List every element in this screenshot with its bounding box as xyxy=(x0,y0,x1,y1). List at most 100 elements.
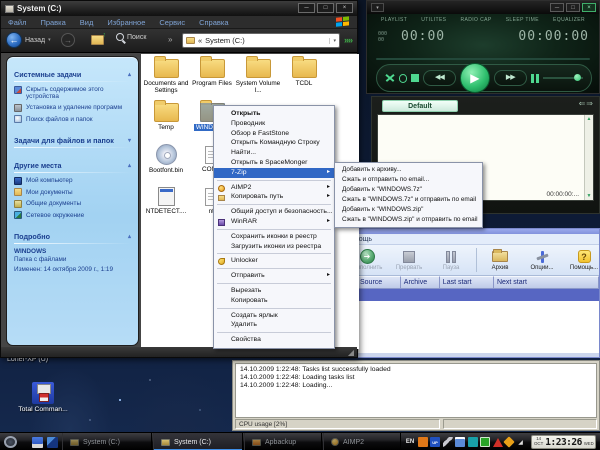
address-bar[interactable]: « System (C:) ▾ xyxy=(182,33,340,48)
seek-bar[interactable] xyxy=(376,58,590,60)
previous-button[interactable]: ◀◀ xyxy=(423,70,456,86)
close-button[interactable]: × xyxy=(336,3,353,13)
menu-find[interactable]: Найти... xyxy=(214,148,334,158)
submenu-compress-email[interactable]: Сжать и отправить по email... xyxy=(335,175,482,185)
backup-help-button[interactable]: ? Помощь... xyxy=(564,249,600,271)
sidebar-item-search-files[interactable]: Поиск файлов и папок xyxy=(14,116,131,124)
total-commander-icon[interactable] xyxy=(32,382,54,404)
menu-load-icons[interactable]: Загрузить иконки из реестра xyxy=(214,242,334,252)
tray-icon-green[interactable] xyxy=(480,437,490,447)
playlist-tab-default[interactable]: Default xyxy=(382,100,458,112)
up-folder-icon[interactable] xyxy=(91,35,104,45)
language-indicator[interactable]: EN xyxy=(405,437,415,447)
file-bootfont[interactable]: Bootfont.bin xyxy=(143,142,189,174)
menu-copy[interactable]: Копировать xyxy=(214,296,334,306)
menu-save-icons[interactable]: Сохранить иконки в реестр xyxy=(214,232,334,242)
taskbar-clock[interactable]: 14OCT 1:23:26 WED xyxy=(531,435,596,449)
menu-delete[interactable]: Удалить xyxy=(214,320,334,330)
menu-create-shortcut[interactable]: Создать ярлык xyxy=(214,311,334,321)
menu-favorites[interactable]: Избранное xyxy=(100,18,152,27)
utilites-button[interactable]: UTILITES xyxy=(421,17,446,23)
play-button[interactable]: ▶ xyxy=(460,63,490,93)
menu-file[interactable]: Файл xyxy=(1,18,33,27)
file-system-volume[interactable]: System Volume I... xyxy=(235,56,281,95)
pause-button[interactable] xyxy=(531,74,539,83)
address-dropdown-icon[interactable]: ▾ xyxy=(329,38,336,44)
column-next-start[interactable]: Next start xyxy=(494,276,599,289)
backup-options-button[interactable]: Опции... xyxy=(522,249,562,271)
equalizer-button[interactable]: EQUALIZER xyxy=(553,17,585,23)
tray-icon-document[interactable] xyxy=(455,437,465,447)
task-system-c-1[interactable]: System (C:) xyxy=(62,433,152,450)
quicklaunch-totalcommander-icon[interactable] xyxy=(47,437,58,448)
tray-icon-updater[interactable]: UP xyxy=(430,437,440,447)
menu-edit[interactable]: Правка xyxy=(33,18,72,27)
back-button[interactable]: ← Назад ▾ xyxy=(6,32,51,48)
search-button[interactable]: Поиск xyxy=(116,33,146,41)
backup-selected-row[interactable] xyxy=(357,289,599,301)
player-maximize-button[interactable]: □ xyxy=(566,3,580,12)
backup-pause-button[interactable]: Пауза xyxy=(431,249,471,271)
submenu-add-zip[interactable]: Добавить к "WINDOWS.zip" xyxy=(335,205,482,215)
file-documents-and-settings[interactable]: Documents and Settings xyxy=(143,56,189,95)
submenu-add-to-archive[interactable]: Добавить к архиву... xyxy=(335,165,482,175)
sidebar-item-my-computer[interactable]: Мой компьютер xyxy=(14,177,131,185)
sidebar-item-add-remove-programs[interactable]: Установка и удаление программ xyxy=(14,104,131,112)
submenu-compress-7z-email[interactable]: Сжать в "WINDOWS.7z" и отправить по emai… xyxy=(335,195,482,205)
sidebar-item-shared-documents[interactable]: Общие документы xyxy=(14,200,131,208)
menu-help[interactable]: Справка xyxy=(192,18,235,27)
menu-spacemonger[interactable]: Открыть в SpaceMonger xyxy=(214,158,334,168)
collapse-icon[interactable]: ▴ xyxy=(128,162,131,169)
playlist-button[interactable]: PLAYLIST xyxy=(381,17,407,23)
menu-view[interactable]: Вид xyxy=(73,18,101,27)
backup-abort-button[interactable]: Прервать xyxy=(389,249,429,271)
menu-winrar[interactable]: WinRAR▸ xyxy=(214,217,334,227)
task-apbackup[interactable]: Apbackup xyxy=(244,433,322,450)
playlist-scrollbar[interactable]: ▲ ▼ xyxy=(584,115,593,200)
task-system-c-2-active[interactable]: System (C:) xyxy=(153,433,243,450)
menu-open[interactable]: Открыть xyxy=(214,109,334,119)
back-dropdown-icon[interactable]: ▾ xyxy=(48,37,51,43)
menu-properties[interactable]: Свойства xyxy=(214,335,334,345)
file-temp[interactable]: Temp xyxy=(143,100,189,131)
resize-grip[interactable]: ◢ xyxy=(348,348,354,357)
menu-unlocker[interactable]: Unlocker xyxy=(214,256,334,266)
file-tcdl[interactable]: TCDL xyxy=(281,56,327,87)
menu-sharing-security[interactable]: Общий доступ и безопасность... xyxy=(214,207,334,217)
column-archive[interactable]: Archive xyxy=(401,276,440,289)
player-minimize-button[interactable]: ─ xyxy=(550,3,564,12)
shuffle-button[interactable] xyxy=(385,73,395,83)
menu-send-to[interactable]: Отправить▸ xyxy=(214,271,334,281)
radio-cap-button[interactable]: RADIO CAP xyxy=(461,17,492,23)
scroll-down-icon[interactable]: ▼ xyxy=(585,193,593,199)
tray-icon-sync[interactable] xyxy=(468,437,478,447)
collapse-icon[interactable]: ▴ xyxy=(128,71,131,78)
sleep-time-button[interactable]: SLEEP TIME xyxy=(506,17,539,23)
tray-icon-volume[interactable]: ◢ xyxy=(516,437,526,447)
menu-faststone[interactable]: Обзор в FastStone xyxy=(214,129,334,139)
minimize-button[interactable]: ─ xyxy=(298,3,315,13)
volume-slider[interactable] xyxy=(543,73,583,83)
forward-button[interactable]: → xyxy=(61,33,75,47)
tray-icon-pencil[interactable] xyxy=(443,437,453,447)
scroll-up-icon[interactable]: ▲ xyxy=(585,116,593,122)
collapse-icon[interactable]: ▴ xyxy=(128,233,131,240)
maximize-button[interactable]: □ xyxy=(317,3,334,13)
stop-button[interactable] xyxy=(411,74,419,82)
backup-archive-button[interactable]: Архив xyxy=(480,249,520,271)
go-button[interactable]: »» xyxy=(344,35,352,45)
quicklaunch-save-icon[interactable] xyxy=(32,437,43,448)
menu-copy-path[interactable]: Копировать путь▸ xyxy=(214,192,334,202)
total-commander-label[interactable]: Total Comman... xyxy=(14,406,72,414)
submenu-add-7z[interactable]: Добавить к "WINDOWS.7z" xyxy=(335,185,482,195)
menu-command-line[interactable]: Открыть Командную Строку xyxy=(214,138,334,148)
menu-service[interactable]: Сервис xyxy=(152,18,192,27)
submenu-compress-zip-email[interactable]: Сжать в "WINDOWS.zip" и отправить по ema… xyxy=(335,215,482,225)
playlist-nav-arrows[interactable]: ⇐⇒ xyxy=(579,99,594,108)
expand-icon[interactable]: ▾ xyxy=(128,137,131,144)
tray-icon-orange[interactable] xyxy=(418,437,428,447)
next-tab-icon[interactable]: ⇒ xyxy=(586,99,594,108)
column-last-start[interactable]: Last start xyxy=(440,276,494,289)
task-aimp2[interactable]: AIMP2 xyxy=(323,433,401,450)
next-button[interactable]: ▶▶ xyxy=(494,70,527,86)
